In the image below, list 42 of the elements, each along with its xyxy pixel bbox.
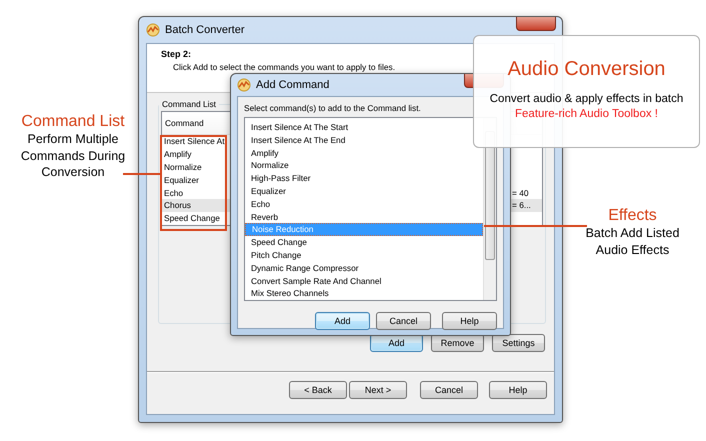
callout-title: Command List [20, 113, 126, 131]
command-item[interactable]: Pitch Change [245, 248, 483, 262]
action-button[interactable]: Settings [492, 334, 545, 352]
command-item[interactable]: Normalize [245, 159, 483, 172]
command-item[interactable]: Reverb [245, 210, 483, 224]
command-item[interactable]: Echo [245, 198, 483, 211]
callout-title: Audio Conversion [506, 58, 666, 81]
callout-tagline: Feature-rich Audio Toolbox ! [514, 108, 659, 120]
callout-text: Conversion [40, 164, 106, 180]
step-title: Step 2: [161, 49, 192, 59]
command-item[interactable]: Equalizer [245, 184, 483, 198]
command-item[interactable]: High-Pass Filter [245, 172, 483, 185]
callout-text: Perform Multiple [26, 131, 120, 148]
callout-text: Audio Effects [594, 242, 670, 258]
dialog-button[interactable]: Cancel [376, 312, 431, 330]
close-button[interactable] [516, 17, 556, 31]
wizard-button[interactable]: < Back [289, 381, 347, 399]
callout-text: Commands During [20, 148, 126, 164]
command-item[interactable]: Amplify [245, 146, 483, 160]
command-item[interactable]: Mix Stereo Channels [245, 287, 483, 300]
step-description: Click Add to select the commands you want to apply to files. [173, 62, 396, 72]
dialog-button[interactable]: Add [315, 312, 370, 330]
window-title: Batch Converter [165, 24, 244, 36]
command-item[interactable]: Speed Change [245, 236, 483, 249]
command-item[interactable]: Dynamic Range Compressor [245, 262, 483, 275]
app-icon [237, 78, 251, 92]
command-item[interactable]: Convert Sample Rate And Channel [245, 274, 483, 288]
command-name: Chorus [164, 200, 191, 210]
dialog-title: Add Command [256, 79, 330, 91]
callout-text: Convert audio & apply effects in batch [488, 93, 684, 105]
wizard-button[interactable]: Cancel [420, 381, 478, 399]
dialog-prompt: Select command(s) to add to the Command list. [244, 103, 422, 113]
group-label: Command List [161, 99, 217, 109]
app-icon [146, 23, 160, 37]
wizard-button[interactable]: Help [489, 381, 547, 399]
parameter-value: = 6... [512, 200, 531, 210]
callout-title: Effects [607, 207, 658, 225]
callout-text: Batch Add Listed [584, 225, 680, 242]
leader-line [123, 173, 162, 175]
column-header[interactable]: Command [165, 118, 204, 128]
wizard-button[interactable]: Next > [349, 381, 407, 399]
dialog-button[interactable]: Help [442, 312, 497, 330]
